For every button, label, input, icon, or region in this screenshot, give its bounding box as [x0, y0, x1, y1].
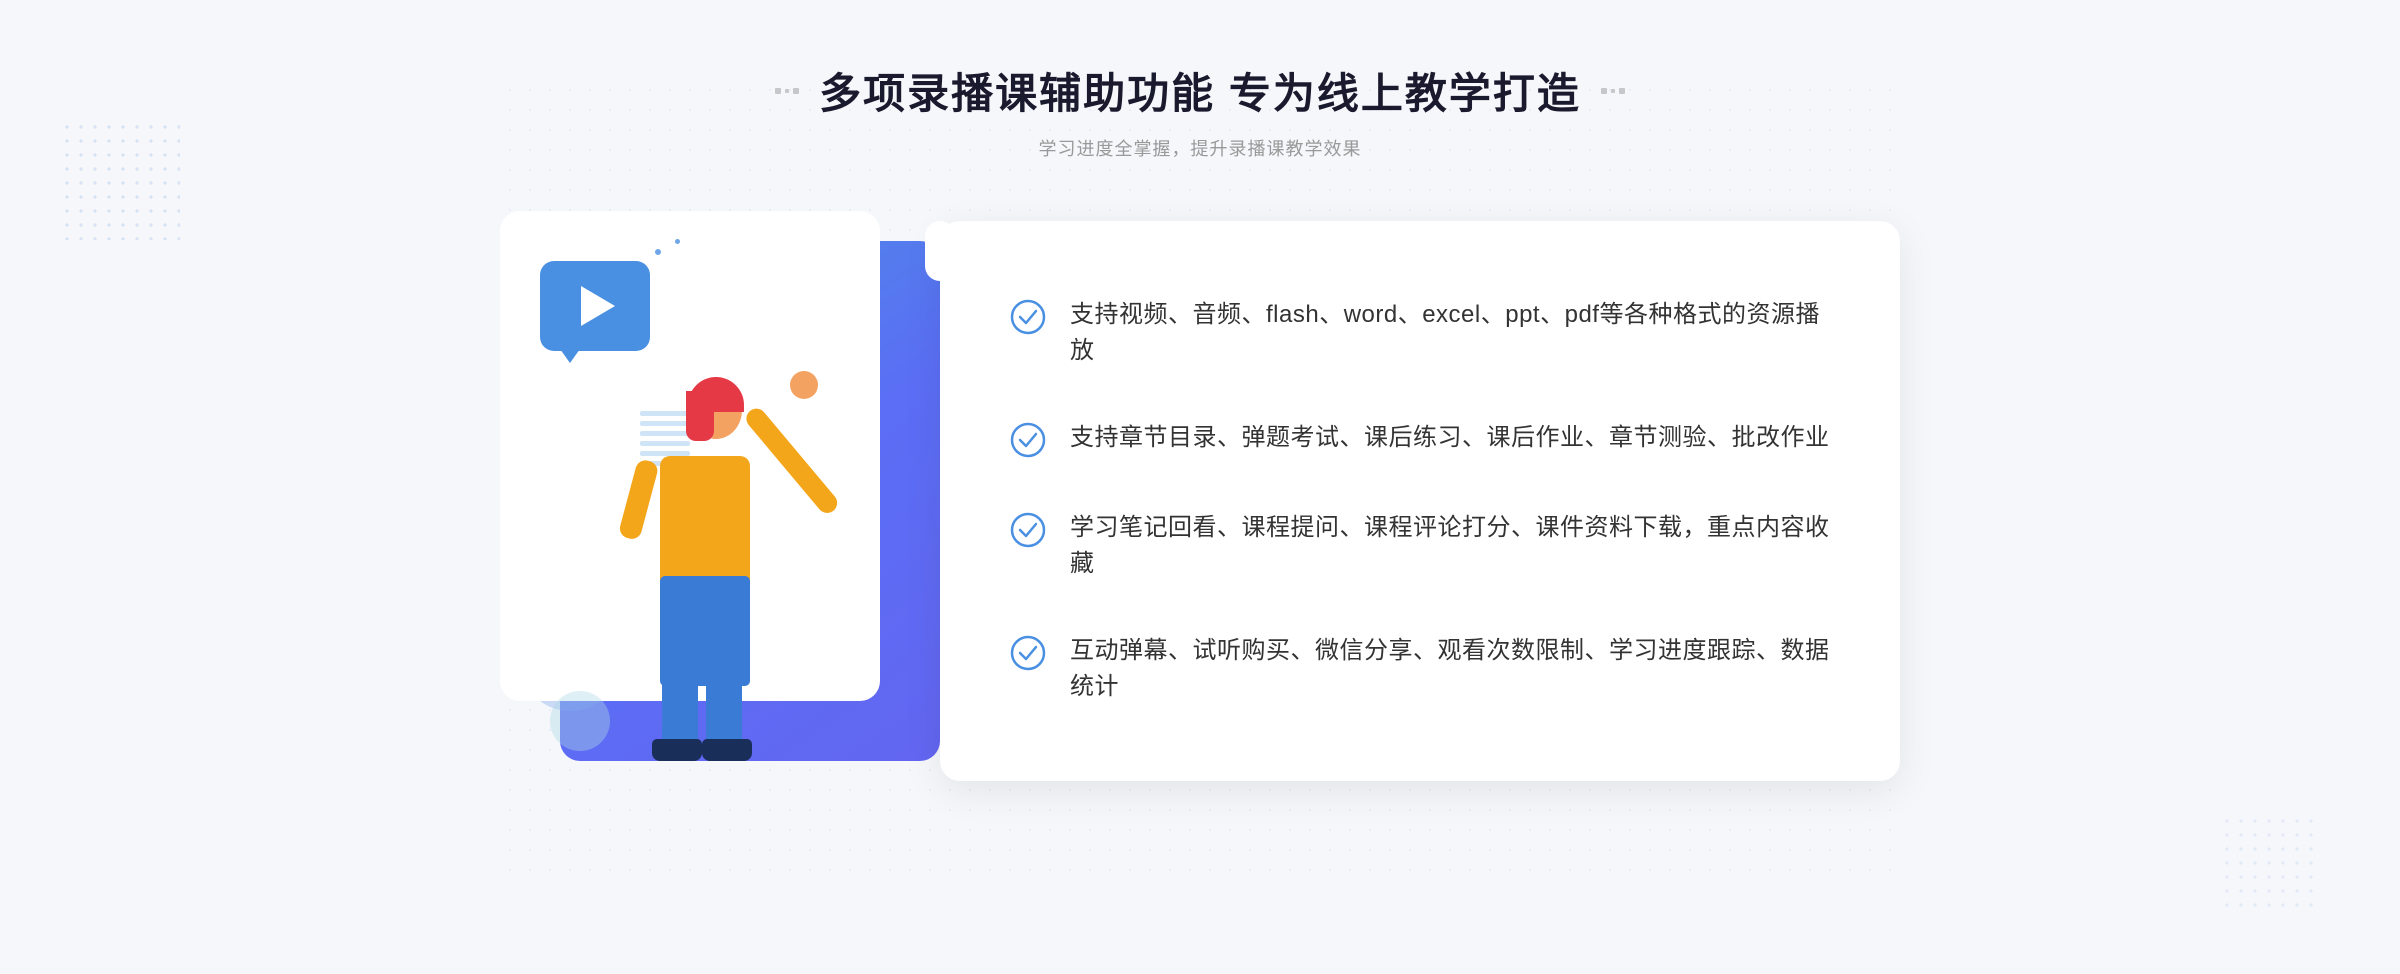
- feature-text-2: 支持章节目录、弹题考试、课后练习、课后作业、章节测验、批改作业: [1070, 420, 1830, 456]
- feature-item-1: 支持视频、音频、flash、word、excel、ppt、pdf等各种格式的资源…: [1010, 297, 1830, 369]
- person: [550, 361, 830, 791]
- decorator-left: [775, 88, 799, 94]
- person-figure: [550, 361, 830, 791]
- feature-text-1: 支持视频、音频、flash、word、excel、ppt、pdf等各种格式的资源…: [1070, 297, 1830, 369]
- title-row: 多项录播课辅助功能 专为线上教学打造: [775, 60, 1625, 121]
- page-subtitle: 学习进度全掌握，提升录播课教学效果: [775, 135, 1625, 161]
- sparkle-2: [675, 239, 680, 244]
- check-icon-3: [1010, 512, 1046, 548]
- decorator-right: [1601, 88, 1625, 94]
- check-icon-2: [1010, 422, 1046, 458]
- person-shoe-left: [652, 739, 702, 761]
- play-icon: [581, 286, 615, 326]
- person-hand-right: [790, 371, 818, 399]
- dots-decoration-bottom-right: [2220, 814, 2320, 914]
- page-container: 多项录播课辅助功能 专为线上教学打造 学习进度全掌握，提升录播课教学效果: [0, 0, 2400, 974]
- feature-text-3: 学习笔记回看、课程提问、课程评论打分、课件资料下载，重点内容收藏: [1070, 510, 1830, 582]
- dots-decoration-top-left: [60, 120, 180, 240]
- person-arm-left: [618, 458, 660, 541]
- sparkle-1: [655, 249, 661, 255]
- feature-item-3: 学习笔记回看、课程提问、课程评论打分、课件资料下载，重点内容收藏: [1010, 510, 1830, 582]
- person-pants: [660, 576, 750, 686]
- main-content: 支持视频、音频、flash、word、excel、ppt、pdf等各种格式的资源…: [500, 211, 1900, 791]
- feature-item-2: 支持章节目录、弹题考试、课后练习、课后作业、章节测验、批改作业: [1010, 420, 1830, 458]
- person-shoe-right: [702, 739, 752, 761]
- check-icon-4: [1010, 635, 1046, 671]
- person-hair: [688, 377, 744, 412]
- page-title: 多项录播课辅助功能 专为线上教学打造: [819, 60, 1581, 121]
- page-header: 多项录播课辅助功能 专为线上教学打造 学习进度全掌握，提升录播课教学效果: [775, 60, 1625, 161]
- features-panel: 支持视频、音频、flash、word、excel、ppt、pdf等各种格式的资源…: [940, 221, 1900, 781]
- feature-item-4: 互动弹幕、试听购买、微信分享、观看次数限制、学习进度跟踪、数据统计: [1010, 633, 1830, 705]
- feature-text-4: 互动弹幕、试听购买、微信分享、观看次数限制、学习进度跟踪、数据统计: [1070, 633, 1830, 705]
- play-bubble: [540, 261, 650, 351]
- person-arm-right: [742, 405, 841, 517]
- person-body: [660, 456, 750, 586]
- illustration-wrapper: [500, 211, 980, 791]
- check-icon-1: [1010, 299, 1046, 335]
